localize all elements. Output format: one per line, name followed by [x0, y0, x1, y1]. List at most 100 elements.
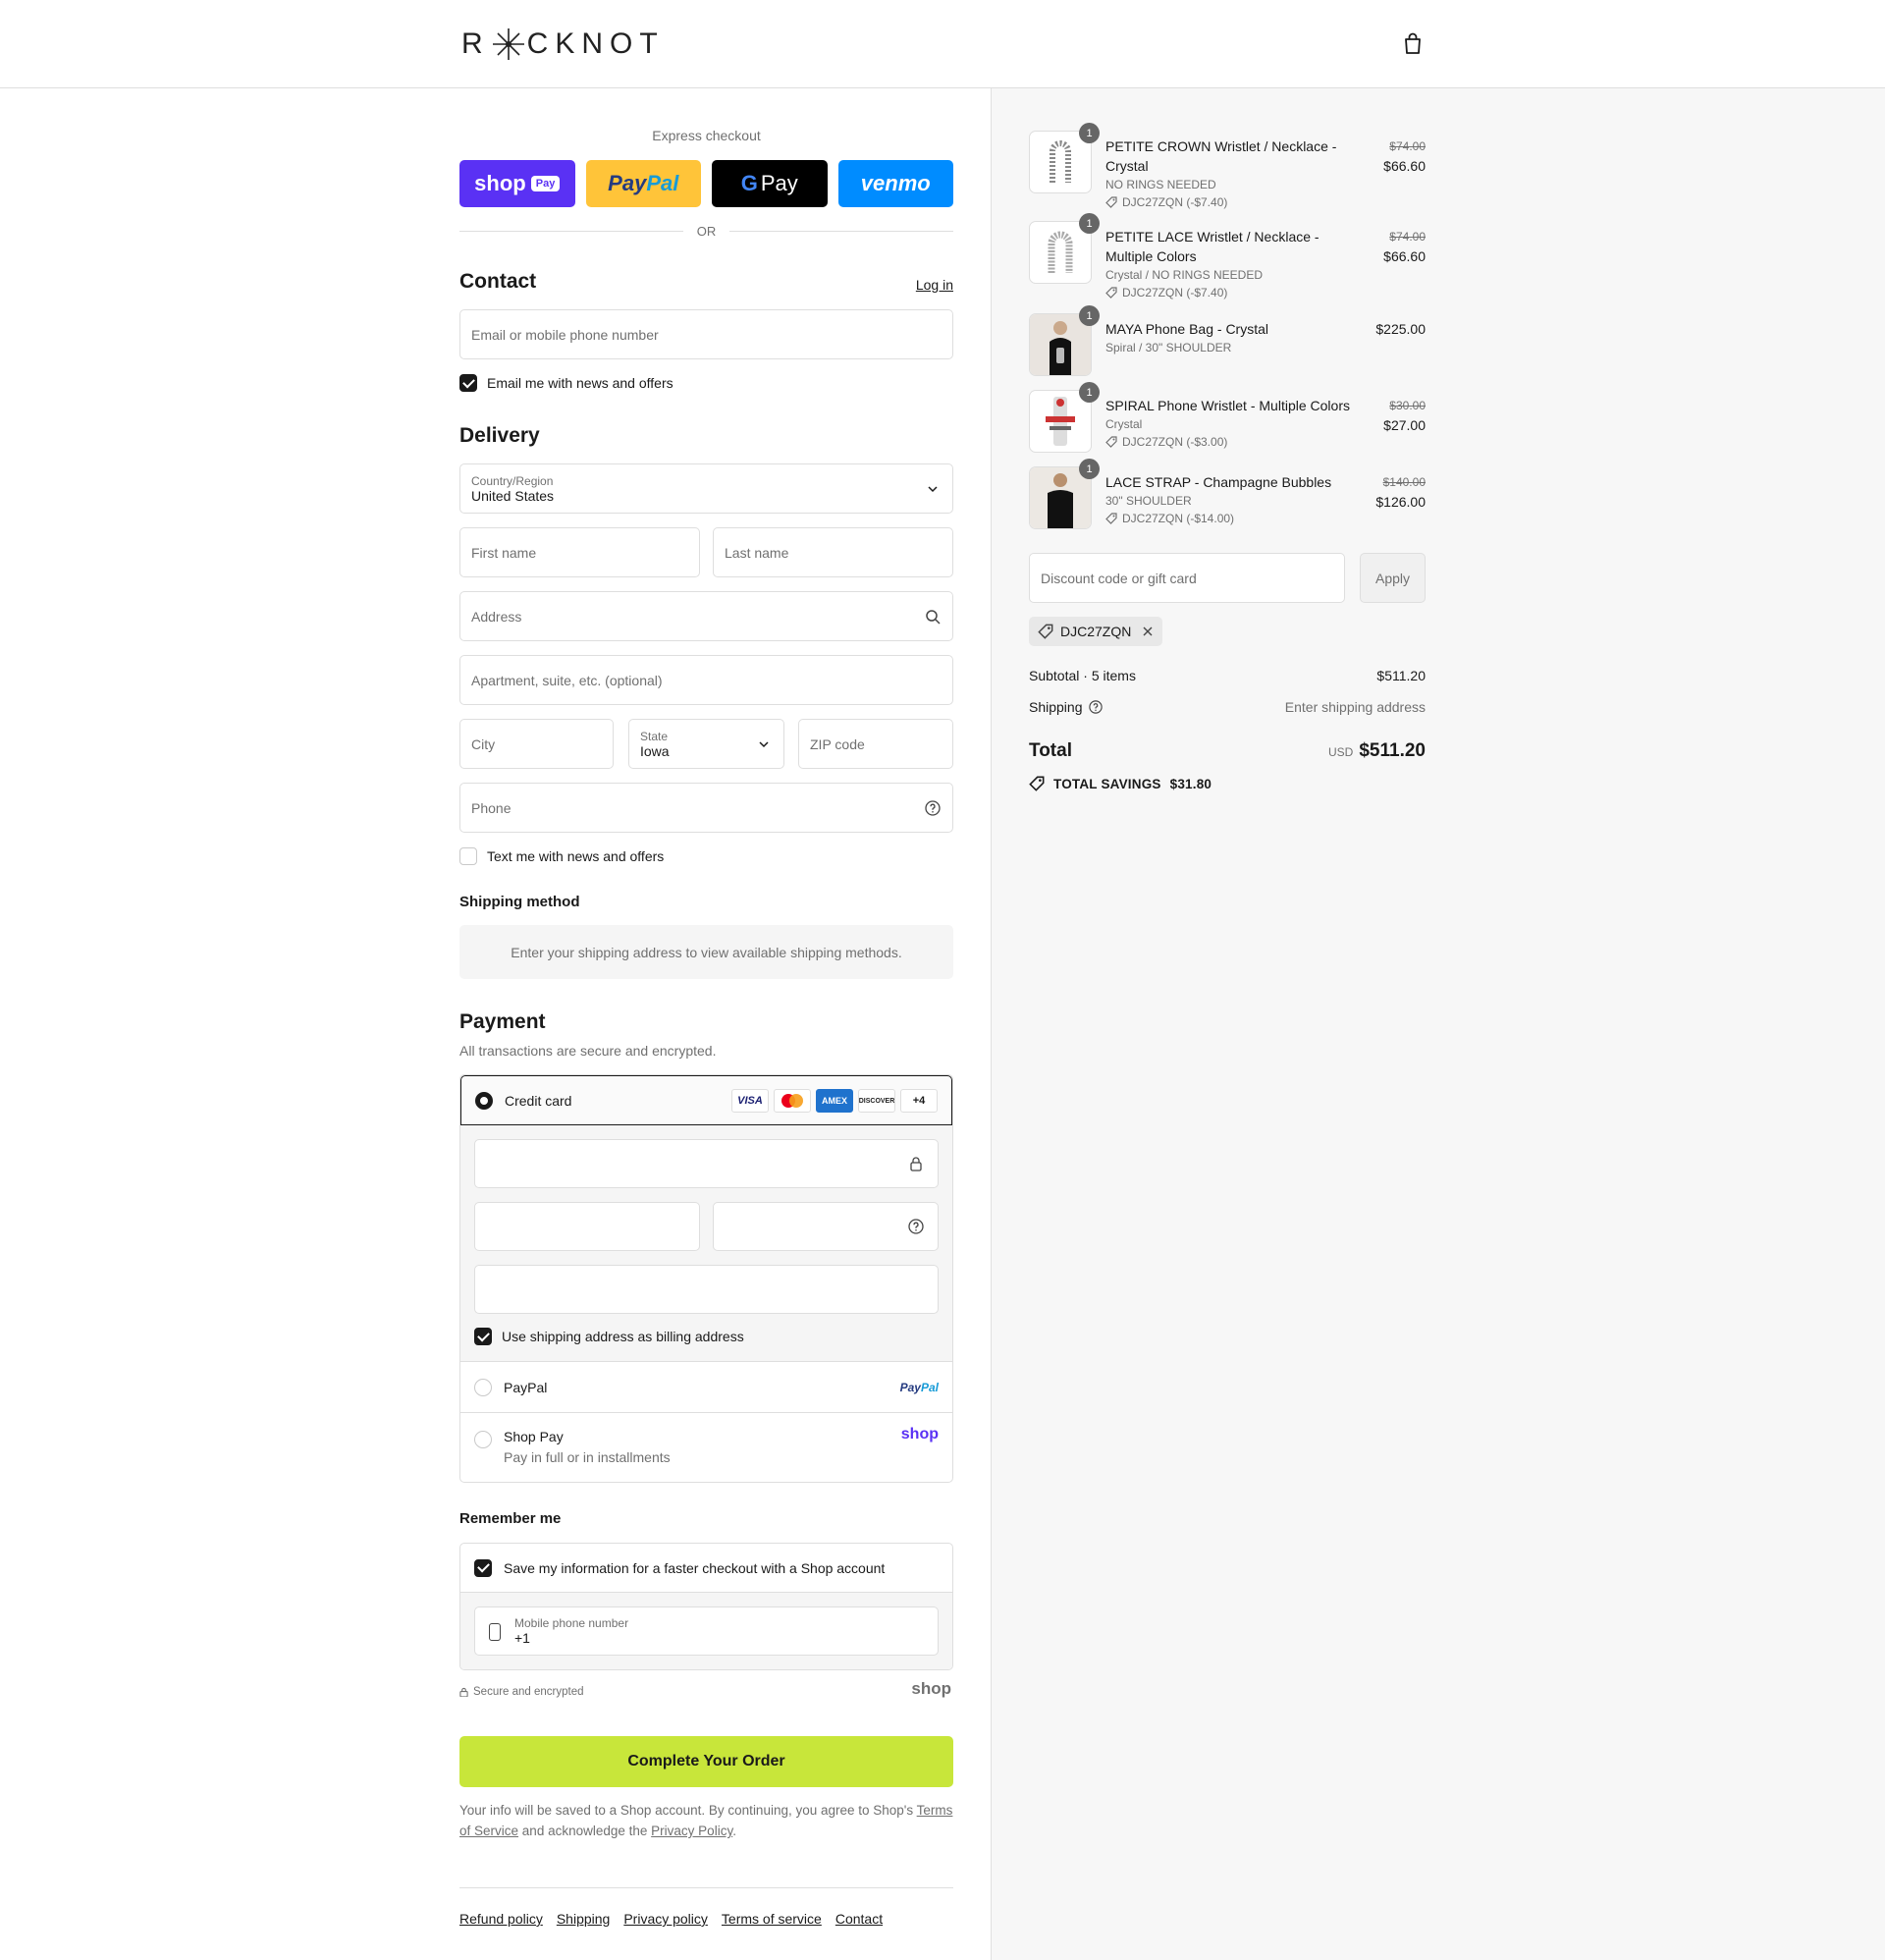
google-pay-button[interactable]: G Pay: [712, 160, 828, 207]
lock-icon: [910, 1157, 922, 1171]
original-price: $30.00: [1389, 399, 1426, 412]
discover-icon: DISCOVER: [858, 1089, 895, 1113]
product-image: 1: [1029, 305, 1100, 376]
compass-star-icon: [492, 28, 524, 60]
more-cards-badge: +4: [900, 1089, 938, 1113]
contact-link[interactable]: Contact: [835, 1911, 883, 1927]
security-code-field[interactable]: [713, 1202, 939, 1251]
save-info-checkbox[interactable]: Save my information for a faster checkou…: [460, 1544, 952, 1593]
email-news-checkbox[interactable]: Email me with news and offers: [459, 374, 673, 392]
card-number-field[interactable]: [474, 1139, 939, 1188]
checkbox-checked[interactable]: [459, 374, 477, 392]
terms-of-service-link[interactable]: Terms of service: [722, 1911, 822, 1927]
total-savings: TOTAL SAVINGS $31.80: [1029, 776, 1212, 791]
original-price: $74.00: [1389, 139, 1426, 153]
login-link[interactable]: Log in: [916, 277, 953, 293]
visa-icon: VISA: [731, 1089, 769, 1113]
credit-card-option[interactable]: Credit card VISA AMEX DISCOVER +4: [460, 1075, 952, 1125]
item-price: $66.60: [1383, 248, 1426, 264]
payment-heading: Payment: [459, 1010, 546, 1033]
contact-heading: Contact: [459, 270, 537, 293]
text-news-checkbox[interactable]: Text me with news and offers: [459, 847, 664, 865]
product-variant: 30" SHOULDER: [1105, 494, 1192, 508]
refund-policy-link[interactable]: Refund policy: [459, 1911, 543, 1927]
tag-icon: [1029, 776, 1045, 791]
original-price: $74.00: [1389, 230, 1426, 244]
billing-address-checkbox[interactable]: Use shipping address as billing address: [474, 1328, 744, 1345]
privacy-policy-link[interactable]: Privacy Policy: [651, 1824, 732, 1838]
shop-pay-sublabel: Pay in full or in installments: [504, 1449, 671, 1465]
tag-icon: [1038, 624, 1053, 639]
quantity-badge: 1: [1079, 213, 1100, 234]
country-select[interactable]: Country/Region United States: [459, 463, 953, 514]
radio-selected[interactable]: [475, 1091, 493, 1110]
last-name-field[interactable]: Last name: [713, 527, 953, 577]
shop-pay-button[interactable]: shop Pay: [459, 160, 575, 207]
phone-field[interactable]: Phone: [459, 783, 953, 833]
subtotal-row: Subtotal · 5 items $511.20: [1029, 668, 1426, 683]
lock-icon: [459, 1687, 468, 1697]
item-price: $126.00: [1375, 494, 1426, 510]
radio-unselected[interactable]: [474, 1378, 492, 1396]
product-name: MAYA Phone Bag - Crystal: [1105, 321, 1268, 337]
secure-note: Secure and encrypted: [459, 1686, 584, 1698]
paypal-option[interactable]: PayPal PayPal: [460, 1361, 952, 1412]
paypal-logo: PayPal: [899, 1380, 939, 1394]
store-logo[interactable]: R CKNOT: [461, 27, 665, 61]
complete-order-button[interactable]: Complete Your Order: [459, 1736, 953, 1787]
apply-discount-button[interactable]: Apply: [1360, 553, 1426, 603]
express-checkout-title: Express checkout: [652, 128, 761, 143]
help-circle-icon[interactable]: [925, 800, 941, 816]
product-image: 1: [1029, 123, 1100, 193]
shop-logo: shop: [911, 1679, 951, 1698]
discount-code-input[interactable]: Discount code or gift card: [1029, 553, 1345, 603]
discount-line: DJC27ZQN (-$7.40): [1105, 193, 1351, 211]
help-circle-icon[interactable]: [1088, 700, 1103, 714]
help-circle-icon[interactable]: [908, 1219, 924, 1234]
express-buttons: shop Pay Pay Pal G Pay venmo: [459, 160, 953, 207]
product-variant: Spiral / 30" SHOULDER: [1105, 341, 1232, 354]
zip-field[interactable]: ZIP code: [798, 719, 953, 769]
checkbox-checked[interactable]: [474, 1558, 492, 1577]
expiration-field[interactable]: [474, 1202, 700, 1251]
mastercard-icon: [774, 1089, 811, 1113]
product-name: LACE STRAP - Champagne Bubbles: [1105, 474, 1332, 490]
footer-links: Refund policy Shipping Privacy policy Te…: [459, 1911, 883, 1927]
name-on-card-field[interactable]: [474, 1265, 939, 1314]
product-image: 1: [1029, 382, 1100, 453]
close-icon[interactable]: [1142, 626, 1154, 637]
email-field[interactable]: Email or mobile phone number: [459, 309, 953, 359]
city-field[interactable]: City: [459, 719, 614, 769]
apartment-field[interactable]: Apartment, suite, etc. (optional): [459, 655, 953, 705]
product-variant: NO RINGS NEEDED: [1105, 178, 1216, 191]
address-field[interactable]: Address: [459, 591, 953, 641]
shipping-link[interactable]: Shipping: [557, 1911, 611, 1927]
state-select[interactable]: State Iowa: [628, 719, 784, 769]
remember-me-heading: Remember me: [459, 1510, 562, 1527]
item-price: $225.00: [1375, 321, 1426, 337]
product-name: PETITE CROWN Wristlet / Necklace - Cryst…: [1105, 138, 1337, 174]
paypal-button[interactable]: Pay Pal: [585, 160, 701, 207]
line-item: 1 LACE STRAP - Champagne Bubbles 30" SHO…: [1029, 459, 1426, 535]
shipping-method-placeholder: Enter your shipping address to view avai…: [459, 925, 953, 979]
shopping-bag-icon[interactable]: [1402, 31, 1424, 55]
shop-pay-option[interactable]: Shop Pay Pay in full or in installments …: [460, 1412, 952, 1482]
shop-logo: shop: [900, 1426, 939, 1443]
quantity-badge: 1: [1079, 305, 1100, 326]
discount-line: DJC27ZQN (-$7.40): [1105, 284, 1351, 301]
checkbox-unchecked[interactable]: [459, 847, 477, 865]
quantity-badge: 1: [1079, 459, 1100, 479]
item-price: $27.00: [1383, 417, 1426, 433]
tag-icon: [1105, 513, 1117, 524]
applied-discount-chip: DJC27ZQN: [1029, 617, 1163, 646]
legal-text: Your info will be saved to a Shop accoun…: [459, 1803, 953, 1838]
first-name-field[interactable]: First name: [459, 527, 700, 577]
mobile-phone-field[interactable]: Mobile phone number +1: [474, 1606, 939, 1656]
line-item: 1 PETITE LACE Wristlet / Necklace - Mult…: [1029, 213, 1426, 299]
venmo-button[interactable]: venmo: [837, 160, 953, 207]
quantity-badge: 1: [1079, 123, 1100, 143]
privacy-policy-link[interactable]: Privacy policy: [623, 1911, 708, 1927]
radio-unselected[interactable]: [474, 1431, 492, 1448]
checkbox-checked[interactable]: [474, 1328, 492, 1345]
footer-divider: [459, 1887, 953, 1888]
